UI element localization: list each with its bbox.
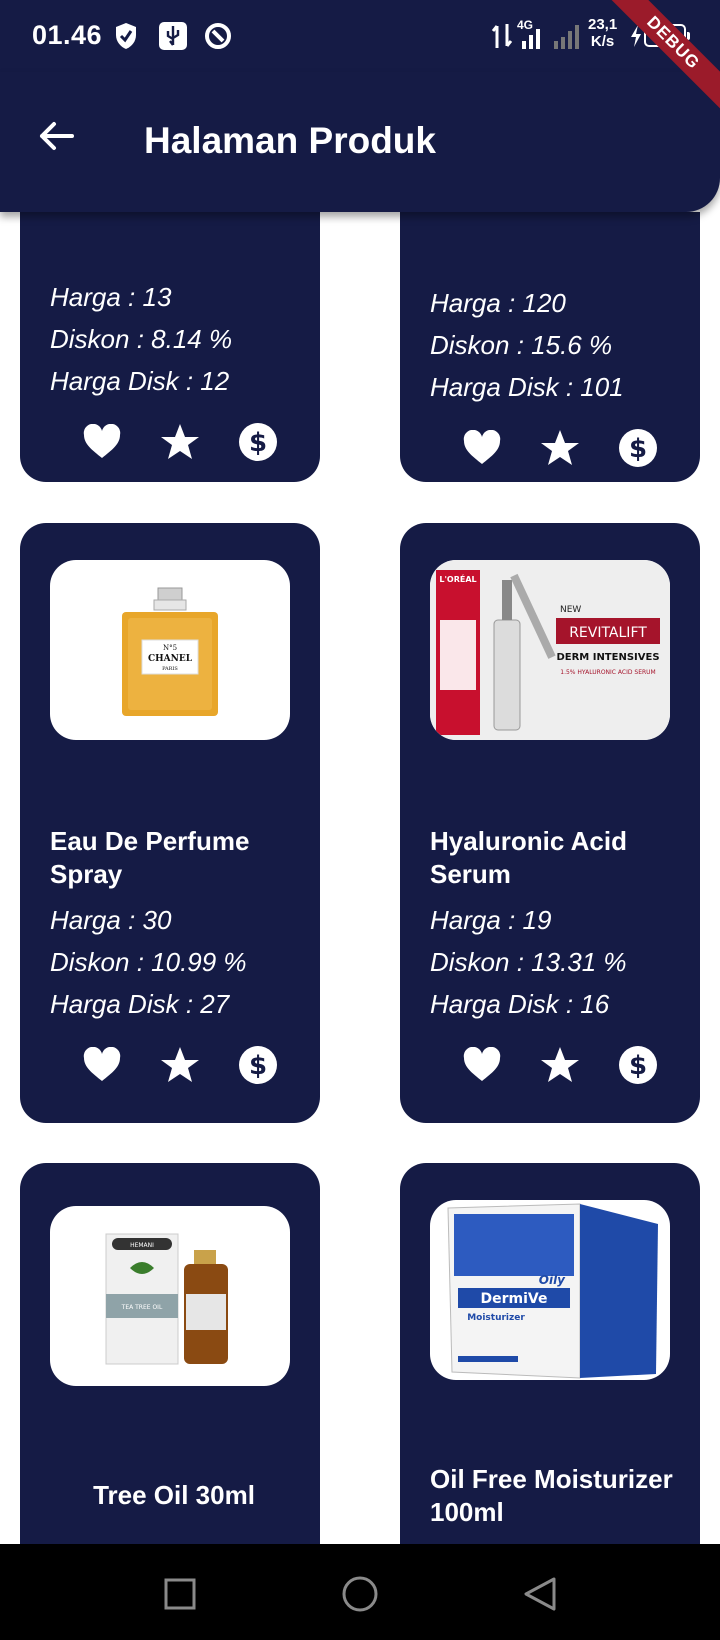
heart-icon[interactable] xyxy=(80,1043,124,1087)
svg-text:$: $ xyxy=(249,428,267,458)
heart-icon[interactable] xyxy=(460,1043,504,1087)
status-bar: 01.46 4G 23,1K/s 18 xyxy=(0,0,720,73)
discount-label: Diskon : 10.99 % xyxy=(50,947,247,977)
product-grid: Harga : 13 Diskon : 8.14 % Harga Disk : … xyxy=(0,212,720,1544)
circle-icon xyxy=(342,1576,378,1612)
discount-price-label: Harga Disk : 16 xyxy=(430,989,610,1019)
product-card[interactable]: HEMANI TEA TREE OIL Tree Oil 30ml xyxy=(20,1163,320,1544)
discount-price-label: Harga Disk : 27 xyxy=(50,989,230,1019)
price-label: Harga : 13 xyxy=(50,282,172,312)
status-time: 01.46 xyxy=(32,20,103,50)
triangle-back-icon xyxy=(524,1577,556,1611)
data-transfer-icon xyxy=(490,20,514,52)
home-button[interactable] xyxy=(338,1572,382,1616)
heart-icon[interactable] xyxy=(460,426,504,470)
svg-text:$: $ xyxy=(249,1051,267,1081)
svg-text:TEA TREE OIL: TEA TREE OIL xyxy=(121,1304,163,1311)
discount-label: Diskon : 15.6 % xyxy=(430,330,613,360)
signal-icon xyxy=(520,20,582,52)
discount-price-label: Harga Disk : 12 xyxy=(50,366,230,396)
svg-text:NEW: NEW xyxy=(560,605,581,615)
page-title: Halaman Produk xyxy=(144,120,436,161)
product-image: N°5 CHANEL PARIS xyxy=(50,560,290,740)
square-icon xyxy=(164,1578,196,1610)
usb-icon xyxy=(158,20,188,52)
recents-button[interactable] xyxy=(158,1572,202,1616)
svg-text:CHANEL: CHANEL xyxy=(148,654,193,664)
system-nav-bar xyxy=(0,1544,720,1640)
price-label: Harga : 120 xyxy=(430,288,566,318)
product-card[interactable]: Harga : 120 Diskon : 15.6 % Harga Disk :… xyxy=(400,212,700,482)
arrow-back-icon xyxy=(40,122,74,150)
product-image: HEMANI TEA TREE OIL xyxy=(50,1206,290,1386)
discount-label: Diskon : 8.14 % xyxy=(50,324,233,354)
svg-text:1.5% HYALURONIC ACID SERUM: 1.5% HYALURONIC ACID SERUM xyxy=(560,669,655,676)
shield-icon xyxy=(112,20,140,52)
price-label: Harga : 19 xyxy=(430,905,552,935)
product-name: Tree Oil 30ml xyxy=(93,1480,255,1510)
svg-text:Oily: Oily xyxy=(539,1273,566,1287)
star-icon[interactable] xyxy=(158,1043,202,1087)
dollar-icon[interactable]: $ xyxy=(236,420,280,464)
product-card[interactable]: L'ORÉAL NEW REVITALIFT DERM INTENSIVES 1… xyxy=(400,523,700,1123)
product-name: Hyaluronic Acid Serum xyxy=(430,826,627,889)
dollar-icon[interactable]: $ xyxy=(616,426,660,470)
product-card[interactable]: Harga : 13 Diskon : 8.14 % Harga Disk : … xyxy=(20,212,320,482)
data-saver-icon xyxy=(203,20,233,52)
svg-text:$: $ xyxy=(629,434,647,464)
svg-text:HEMANI: HEMANI xyxy=(130,1242,154,1249)
product-card[interactable]: Oily DermiVe Moisturizer Oil Free Moistu… xyxy=(400,1163,700,1544)
price-label: Harga : 30 xyxy=(50,905,172,935)
product-name: Oil Free Moisturizer 100ml xyxy=(430,1464,673,1527)
svg-text:REVITALIFT: REVITALIFT xyxy=(569,625,647,641)
svg-text:Moisturizer: Moisturizer xyxy=(467,1313,525,1323)
svg-text:$: $ xyxy=(629,1051,647,1081)
dollar-icon[interactable]: $ xyxy=(236,1043,280,1087)
product-image: Oily DermiVe Moisturizer xyxy=(430,1200,670,1380)
star-icon[interactable] xyxy=(158,420,202,464)
discount-price-label: Harga Disk : 101 xyxy=(430,372,624,402)
app-bar: Halaman Produk xyxy=(0,72,720,212)
product-image: L'ORÉAL NEW REVITALIFT DERM INTENSIVES 1… xyxy=(430,560,670,740)
network-speed: 23,1 K/s xyxy=(588,16,618,50)
svg-text:PARIS: PARIS xyxy=(162,666,178,672)
svg-text:L'ORÉAL: L'ORÉAL xyxy=(439,573,476,584)
discount-label: Diskon : 13.31 % xyxy=(430,947,627,977)
star-icon[interactable] xyxy=(538,426,582,470)
svg-text:DERM INTENSIVES: DERM INTENSIVES xyxy=(556,652,659,663)
star-icon[interactable] xyxy=(538,1043,582,1087)
dollar-icon[interactable]: $ xyxy=(616,1043,660,1087)
heart-icon[interactable] xyxy=(80,420,124,464)
product-card[interactable]: N°5 CHANEL PARIS Eau De Perfume Spray Ha… xyxy=(20,523,320,1123)
product-name: Eau De Perfume Spray xyxy=(50,826,250,889)
back-button[interactable] xyxy=(30,110,82,162)
svg-text:N°5: N°5 xyxy=(163,644,177,652)
back-nav-button[interactable] xyxy=(518,1572,562,1616)
svg-text:DermiVe: DermiVe xyxy=(481,1291,548,1307)
